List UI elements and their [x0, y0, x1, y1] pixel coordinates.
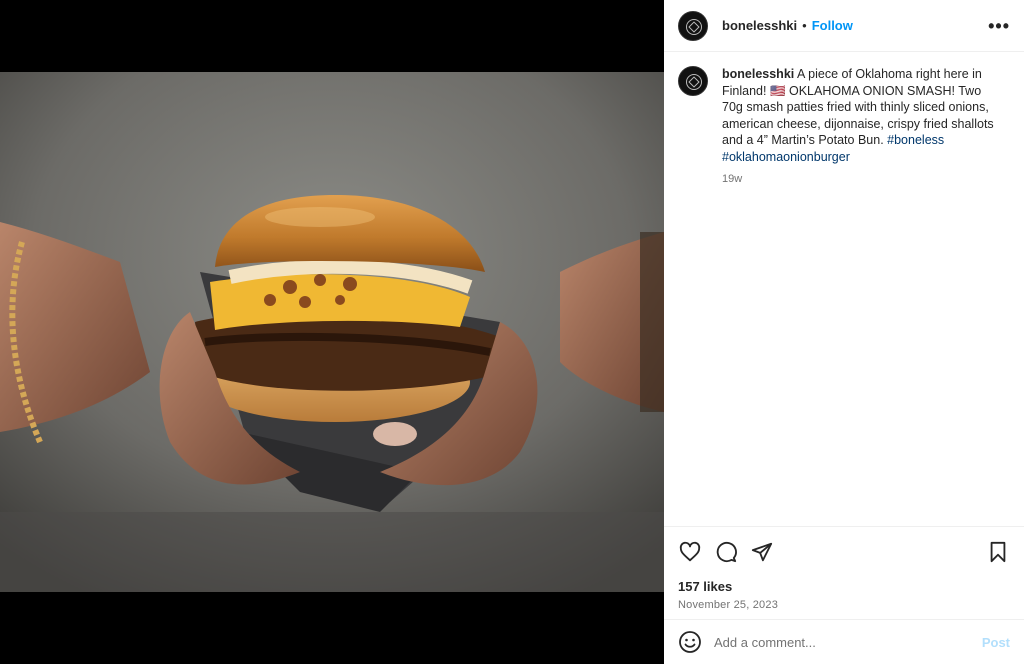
- caption-row: bonelesshki A piece of Oklahoma right he…: [678, 66, 1010, 165]
- caption-timestamp[interactable]: 19w: [722, 173, 1010, 185]
- caption-avatar[interactable]: [678, 66, 708, 96]
- post-media[interactable]: [0, 0, 664, 664]
- post-date[interactable]: November 25, 2023: [678, 599, 1010, 611]
- post-side-panel: bonelesshki • Follow ••• bonelesshki A p…: [664, 0, 1024, 664]
- add-comment-bar: Post: [664, 619, 1024, 664]
- separator-dot: •: [802, 18, 807, 33]
- hashtag-link[interactable]: #boneless: [887, 133, 944, 147]
- burger-photo[interactable]: [0, 72, 664, 592]
- post-header: bonelesshki • Follow •••: [664, 0, 1024, 52]
- action-icons: [678, 539, 1010, 565]
- comments-section[interactable]: bonelesshki A piece of Oklahoma right he…: [664, 52, 1024, 526]
- author-avatar[interactable]: [678, 10, 708, 41]
- burger-photo-illustration: [0, 72, 664, 592]
- bookmark-icon[interactable]: [986, 540, 1010, 564]
- comment-icon[interactable]: [714, 540, 738, 564]
- likes-count[interactable]: 157 likes: [678, 579, 1010, 594]
- follow-button[interactable]: Follow: [812, 18, 853, 33]
- more-icon[interactable]: •••: [988, 17, 1010, 35]
- post-comment-button[interactable]: Post: [982, 635, 1010, 650]
- hashtag-link[interactable]: #oklahomaonionburger: [722, 150, 850, 164]
- share-icon[interactable]: [750, 540, 774, 564]
- caption-text: bonelesshki A piece of Oklahoma right he…: [722, 66, 1002, 165]
- caption-username[interactable]: bonelesshki: [722, 67, 794, 81]
- author-username[interactable]: bonelesshki: [722, 18, 797, 33]
- actions-bar: 157 likes November 25, 2023: [664, 526, 1024, 619]
- heart-icon[interactable]: [678, 540, 702, 564]
- emoji-icon[interactable]: [678, 630, 702, 654]
- comment-input[interactable]: [714, 634, 982, 650]
- instagram-post: bonelesshki • Follow ••• bonelesshki A p…: [0, 0, 1024, 664]
